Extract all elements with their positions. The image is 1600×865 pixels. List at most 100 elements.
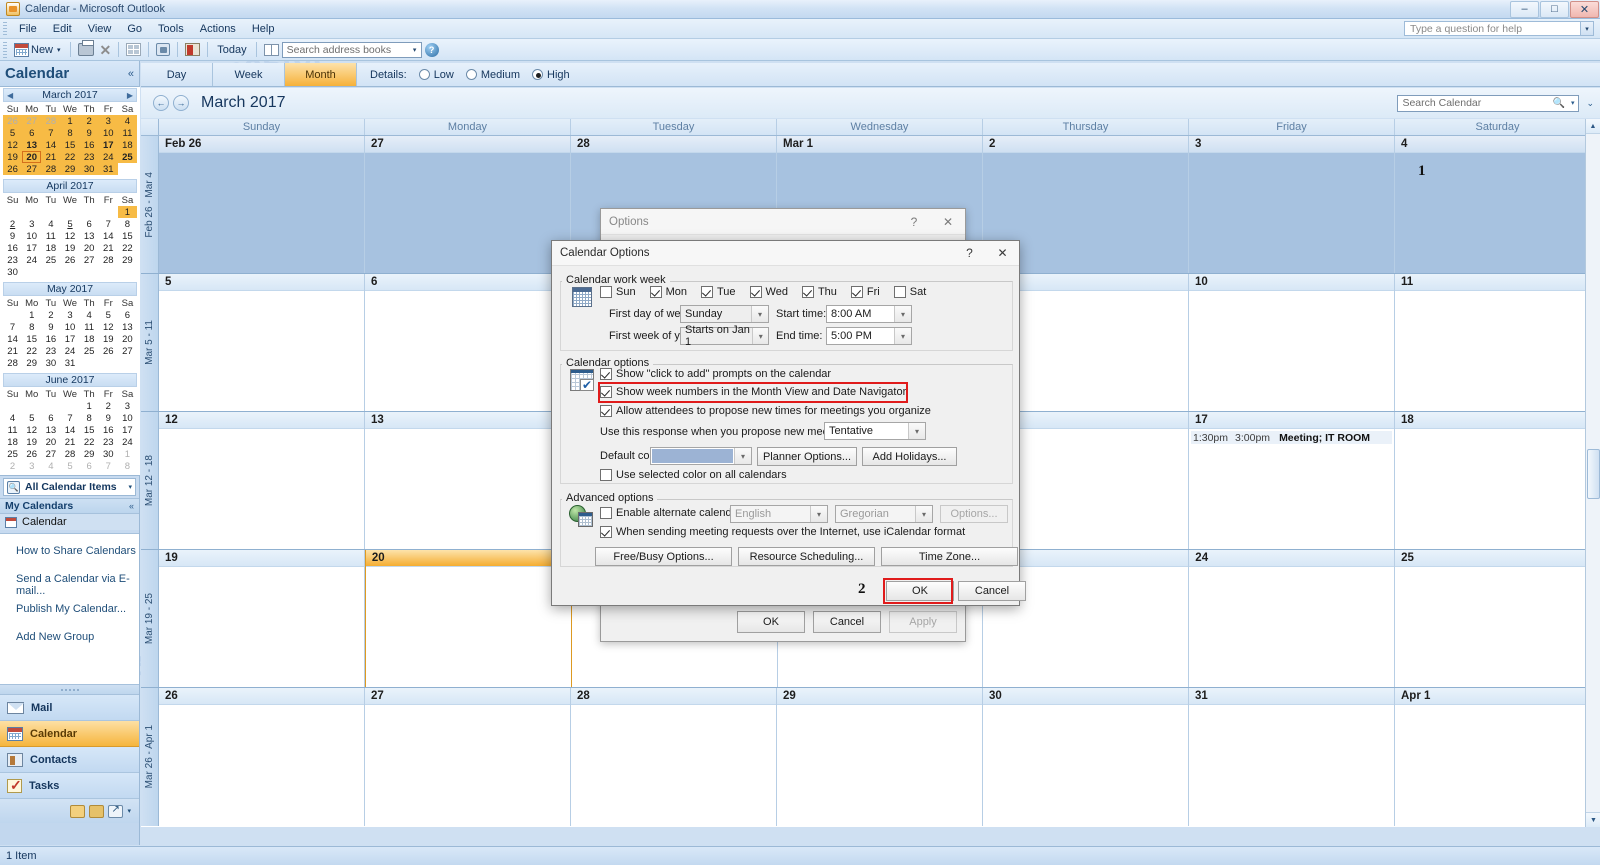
start-time-select[interactable]: 8:00 AM ▾ [826,305,912,323]
search-calendar-input[interactable]: Search Calendar 🔍 ▾ [1397,94,1580,112]
checkbox-allow-attendees-propose[interactable] [600,405,612,417]
calendar-vertical-scrollbar[interactable]: ▲ ▼ [1585,119,1600,827]
day-body[interactable]: 1:30pm 3:00pm Meeting; IT ROOM [1189,429,1394,549]
mini-day[interactable]: 19 [99,333,118,345]
nav-module-calendar[interactable]: Calendar [0,721,139,747]
mini-day[interactable]: 28 [99,254,118,266]
checkbox-icalendar-format[interactable] [600,526,612,538]
day-body[interactable] [365,429,570,549]
mini-day[interactable]: 19 [60,242,79,254]
calendar-list-item[interactable]: Calendar [0,514,139,530]
mini-day[interactable]: 21 [3,345,22,357]
day-cell[interactable]: 27 [365,136,571,273]
mini-day[interactable]: 3 [60,309,79,321]
checkbox-sun[interactable] [600,286,612,298]
today-button[interactable]: Today [212,40,251,60]
nav-module-tasks[interactable]: Tasks [0,773,139,799]
alternate-options-button[interactable]: Options... [940,505,1008,523]
mini-day[interactable]: 21 [41,151,61,163]
mini-day[interactable]: 5 [99,309,118,321]
day-body[interactable] [365,153,570,273]
maximize-button[interactable]: □ [1540,0,1569,18]
checkbox-sat[interactable] [893,286,906,298]
day-cell[interactable]: 31 [1189,688,1395,826]
day-body[interactable] [983,705,1188,826]
first-week-of-year-select[interactable]: Starts on Jan 1 ▾ [680,324,769,348]
mini-day[interactable]: 17 [60,333,79,345]
prev-month-icon[interactable]: ◀ [7,91,13,100]
mini-day[interactable]: 28 [3,357,22,369]
link-add-new-group[interactable]: Add New Group [0,628,139,646]
day-body[interactable] [365,705,570,826]
first-day-of-week-select[interactable]: Sunday ▾ [680,305,769,323]
day-body[interactable] [159,291,364,411]
mini-day[interactable]: 26 [3,115,23,127]
mini-day[interactable] [80,266,99,278]
mini-day[interactable]: 5 [3,127,23,139]
help-button[interactable]: ? [422,40,442,60]
mini-day[interactable]: 3 [22,460,41,472]
chevron-down-icon[interactable]: ▾ [751,306,768,322]
mini-day[interactable]: 23 [41,345,60,357]
my-calendars-header[interactable]: My Calendars « [0,498,139,514]
mini-day[interactable]: 29 [118,254,137,266]
mini-day[interactable]: 4 [41,460,60,472]
day-cell[interactable]: 25 [1395,550,1600,687]
mini-day[interactable]: 5 [60,460,79,472]
mini-day[interactable] [3,309,22,321]
mini-day[interactable]: 17 [98,139,118,151]
mini-day[interactable]: 17 [118,424,137,436]
add-holidays-button[interactable]: Add Holidays... [862,447,957,466]
mini-day[interactable]: 8 [22,321,41,333]
chevron-down-icon[interactable]: ▾ [128,483,132,491]
link-how-to-share-calendars[interactable]: How to Share Calendars [0,542,139,560]
day-body[interactable] [1189,291,1394,411]
mini-day[interactable]: 31 [60,357,79,369]
planner-options-button[interactable]: Planner Options... [757,447,857,466]
mini-day[interactable]: 6 [80,218,99,230]
mini-day[interactable] [3,206,22,218]
scroll-down-icon[interactable]: ▼ [1586,812,1600,827]
mini-day[interactable]: 20 [41,436,60,448]
expand-query-builder-icon[interactable]: ⌄ [1586,98,1594,109]
checkbox-mon[interactable] [649,286,662,298]
mini-day[interactable] [99,206,118,218]
day-body[interactable] [365,291,570,411]
tab-month[interactable]: Month [285,63,357,86]
propose-response-select[interactable]: Tentative ▾ [824,422,926,440]
mini-day[interactable]: 11 [117,127,137,139]
chevron-down-icon[interactable]: ▾ [908,423,925,439]
day-cell[interactable]: 12 [159,412,365,549]
mini-day[interactable]: 29 [60,163,80,175]
mini-day[interactable]: 4 [41,218,60,230]
mini-day[interactable]: 12 [3,139,23,151]
mini-month-grid[interactable]: Su Mo Tu We Th Fr Sa 1 2 3 4 5 6 7 8 9 10 11 12 13 14 15 16 17 1… [3,194,137,278]
day-body[interactable] [159,153,364,273]
mini-day[interactable]: 9 [3,230,22,242]
mini-day[interactable]: 30 [41,357,60,369]
mini-day[interactable] [41,206,60,218]
collapse-pane-icon[interactable]: « [128,68,134,80]
chevron-down-icon[interactable]: ▾ [810,506,827,522]
alternate-system-select[interactable]: Gregorian ▾ [835,505,933,523]
mini-day[interactable]: 30 [99,448,118,460]
menu-item-view[interactable]: View [80,21,120,37]
menu-item-edit[interactable]: Edit [45,21,80,37]
mini-day[interactable]: 29 [22,357,41,369]
mini-day[interactable]: 13 [41,424,60,436]
mini-day[interactable]: 18 [80,333,99,345]
mini-day[interactable]: 18 [3,436,22,448]
mini-day[interactable]: 17 [22,242,41,254]
mini-day[interactable]: 23 [3,254,22,266]
mini-day[interactable]: 14 [60,424,79,436]
mini-day[interactable]: 6 [41,412,60,424]
chevron-down-icon[interactable]: ▾ [894,328,911,344]
day-body[interactable] [1395,705,1600,826]
next-period-button[interactable]: → [173,95,189,111]
close-icon[interactable]: ✕ [1570,0,1599,18]
mini-day[interactable]: 7 [41,127,61,139]
mini-day[interactable]: 7 [99,218,118,230]
mini-day[interactable]: 9 [41,321,60,333]
mini-day[interactable]: 14 [3,333,22,345]
mini-day[interactable]: 12 [60,230,79,242]
